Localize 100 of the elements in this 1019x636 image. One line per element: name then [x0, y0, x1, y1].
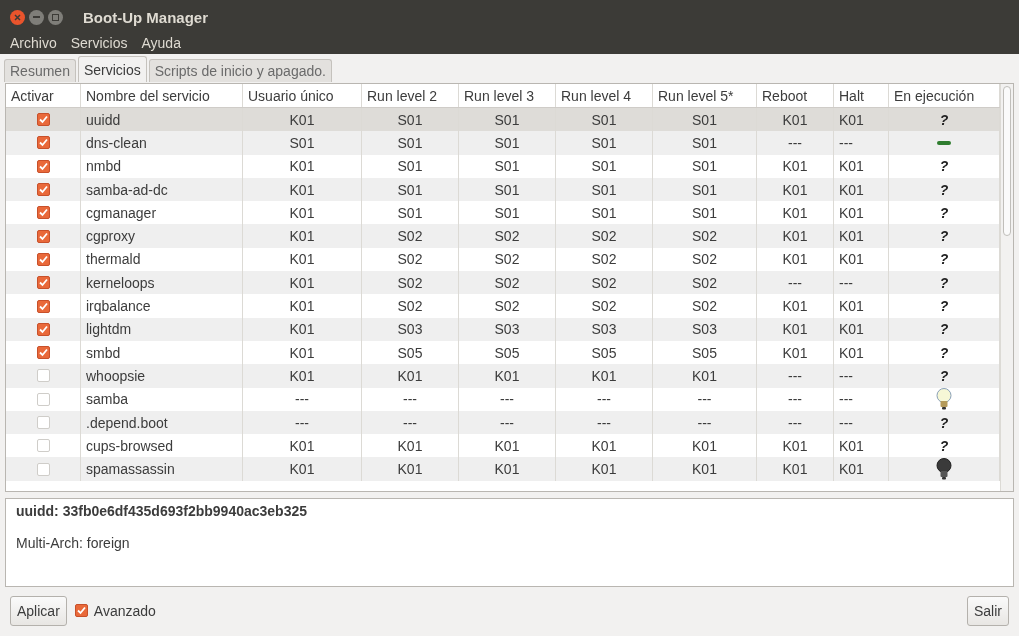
service-name: cups-browsed	[86, 437, 174, 454]
unknown-status: ?	[939, 204, 949, 221]
table-cell: S01	[397, 181, 423, 198]
service-name: irqbalance	[86, 298, 151, 314]
table-row[interactable]: .depend.boot --- --- --- --- --- --- --- ?	[6, 410, 1000, 435]
service-name: thermald	[86, 251, 141, 268]
table-row[interactable]: uuidd K01 S01 S01 S01 S01 K01 K01 ?	[6, 108, 1000, 132]
table-cell: K01	[782, 251, 808, 268]
tab[interactable]: Servicios	[77, 56, 147, 82]
table-row[interactable]: kerneloops K01 S02 S02 S02 S02 --- --- ?	[6, 271, 1000, 295]
table-cell: K01	[839, 111, 864, 128]
menu-item[interactable]: Ayuda	[141, 35, 181, 52]
column-header[interactable]: Reboot	[757, 84, 834, 107]
checkbox[interactable]	[36, 113, 50, 127]
column-header[interactable]: Halt	[834, 84, 889, 107]
table-cell: S02	[494, 228, 520, 245]
table-cell: K01	[591, 461, 617, 478]
checkbox[interactable]	[36, 183, 50, 197]
tab[interactable]: Resumen	[4, 59, 76, 82]
table-cell: ---	[403, 391, 417, 408]
table-cell: K01	[839, 437, 864, 454]
scrollbar[interactable]	[1000, 84, 1013, 491]
checkbox[interactable]	[36, 159, 50, 173]
table-cell: ---	[295, 391, 309, 408]
apply-button[interactable]: Aplicar	[10, 595, 67, 626]
table-cell: ---	[500, 414, 514, 431]
check-icon	[38, 301, 48, 311]
table-cell: K01	[289, 274, 315, 291]
table-cell: S01	[591, 158, 617, 175]
table-cell: S03	[591, 321, 617, 338]
minimize-icon	[33, 16, 40, 19]
close-button[interactable]	[10, 10, 25, 25]
table-cell: ---	[500, 391, 514, 408]
table-cell: ---	[697, 391, 712, 408]
check-icon	[38, 115, 48, 125]
check-icon	[38, 161, 48, 171]
table-cell: K01	[494, 367, 520, 384]
table-cell: S02	[692, 228, 717, 245]
table-cell: K01	[692, 367, 717, 384]
table-cell: S02	[397, 298, 423, 314]
unknown-status: ?	[939, 181, 949, 198]
menu-item[interactable]: Archivo	[10, 35, 57, 52]
checkbox[interactable]	[36, 276, 50, 290]
table-cell: K01	[289, 344, 315, 361]
checkbox[interactable]	[36, 299, 50, 313]
unknown-status: ?	[939, 251, 949, 268]
checkbox[interactable]	[36, 252, 50, 266]
table-cell: ---	[788, 134, 802, 151]
table-cell: K01	[289, 158, 315, 175]
table-cell: S01	[494, 111, 520, 128]
tab[interactable]: Scripts de inicio y apagado.	[148, 59, 332, 82]
service-name: .depend.boot	[86, 414, 168, 431]
table-cell: K01	[692, 461, 717, 478]
table-cell: S01	[494, 204, 520, 221]
table-row[interactable]: cgproxy K01 S02 S02 S02 S02 K01 K01 ?	[6, 224, 1000, 248]
table-cell: ---	[839, 134, 853, 151]
table-cell: K01	[289, 298, 315, 314]
column-header[interactable]: Run level 2	[362, 84, 459, 107]
checkbox[interactable]	[36, 229, 50, 243]
column-header[interactable]: Activar	[6, 84, 81, 107]
unknown-status: ?	[939, 344, 949, 361]
table-cell: S01	[692, 204, 717, 221]
checkbox[interactable]	[36, 322, 50, 336]
table-row[interactable]: whoopsie K01 K01 K01 K01 K01 --- --- ?	[6, 364, 1000, 388]
column-header[interactable]: Run level 4	[556, 84, 653, 107]
column-header[interactable]: Usuario único	[243, 84, 362, 107]
service-name: cgproxy	[86, 228, 136, 245]
table-row[interactable]: dns-clean S01 S01 S01 S01 S01 --- ---	[6, 131, 1000, 155]
quit-button[interactable]: Salir	[967, 595, 1009, 626]
minimize-button[interactable]	[29, 10, 44, 25]
unknown-status: ?	[939, 367, 949, 384]
service-name: smbd	[86, 344, 121, 361]
table-cell: K01	[839, 228, 864, 245]
table-cell: S05	[397, 344, 423, 361]
table-cell: S01	[591, 111, 617, 128]
table-cell: S01	[692, 134, 717, 151]
check-icon	[38, 185, 48, 195]
table-cell: S02	[397, 274, 423, 291]
table-cell: S02	[591, 251, 617, 268]
details-text: Multi-Arch: foreign	[16, 535, 131, 551]
table-row[interactable]: spamassassin K01 K01 K01 K01 K01 K01 K01	[6, 457, 1000, 481]
table-cell: K01	[782, 204, 808, 221]
column-header[interactable]: Run level 5*	[653, 84, 757, 107]
maximize-button[interactable]	[48, 10, 63, 25]
table-cell: S02	[494, 274, 520, 291]
table-cell: ---	[788, 414, 802, 431]
table-row[interactable]: samba-ad-dc K01 S01 S01 S01 S01 K01 K01 ?	[6, 177, 1000, 202]
column-header[interactable]: Nombre del servicio	[81, 84, 243, 107]
service-name: nmbd	[86, 158, 122, 175]
checkbox[interactable]	[36, 206, 50, 220]
checkbox[interactable]	[36, 346, 50, 360]
table-cell: K01	[839, 204, 864, 221]
menu-item[interactable]: Servicios	[70, 35, 128, 52]
table-cell: S01	[494, 158, 520, 175]
table-cell: ---	[697, 414, 712, 431]
advanced-checkbox[interactable]: Avanzado	[74, 602, 156, 619]
column-header[interactable]: Run level 3	[459, 84, 556, 107]
checkbox[interactable]	[36, 136, 50, 150]
table-cell: K01	[782, 181, 808, 198]
table-row[interactable]: lightdm K01 S03 S03 S03 S03 K01 K01 ?	[6, 317, 1000, 341]
